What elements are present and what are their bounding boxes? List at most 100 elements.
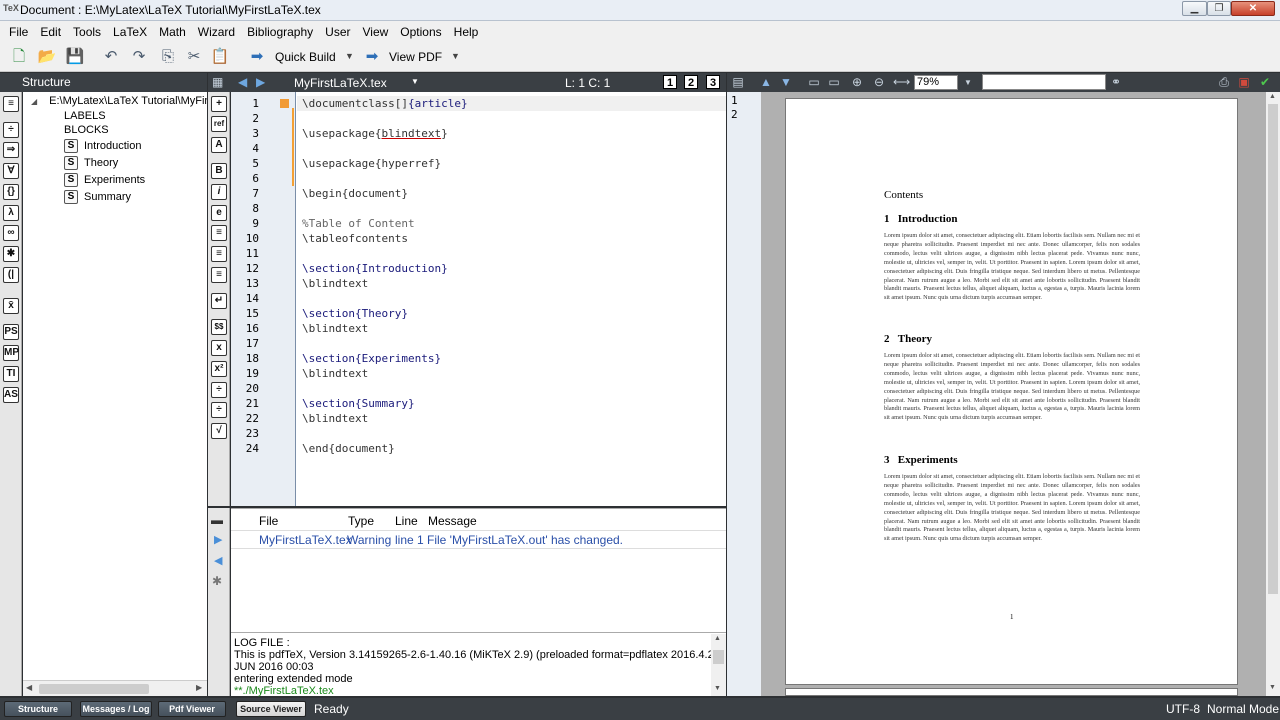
- scroll-right-icon[interactable]: ▶: [196, 683, 202, 692]
- infinity-symbols-icon[interactable]: ∞: [3, 225, 19, 241]
- status-mode[interactable]: Normal Mode: [1207, 702, 1279, 716]
- view-pdf-icon[interactable]: ➡: [362, 47, 382, 67]
- print-icon[interactable]: ⎙: [1216, 75, 1232, 90]
- stop-process-icon[interactable]: ✱: [212, 574, 222, 588]
- brackets-icon[interactable]: (|: [3, 267, 19, 283]
- column-header-message[interactable]: Message: [428, 514, 477, 528]
- continuous-pages-icon[interactable]: ▭: [826, 75, 842, 90]
- scroll-down-icon[interactable]: ▼: [714, 685, 721, 692]
- find-icon[interactable]: ⚭: [1108, 75, 1124, 90]
- asterisk-symbols-icon[interactable]: ✱: [3, 246, 19, 262]
- menu-file[interactable]: File: [3, 25, 34, 39]
- font-size-icon[interactable]: A: [211, 137, 227, 153]
- scroll-left-icon[interactable]: ◀: [26, 683, 32, 692]
- pdf-page[interactable]: Contents 1 Introduction Lorem ipsum dolo…: [785, 98, 1238, 685]
- document-list-dropdown-icon[interactable]: ▼: [411, 77, 419, 86]
- view-pdf-button[interactable]: View PDF: [389, 50, 442, 64]
- scrollbar-thumb[interactable]: [39, 684, 149, 694]
- insert-section-icon[interactable]: +: [211, 96, 227, 112]
- superscript-icon[interactable]: x²: [211, 361, 227, 377]
- tab-pdf-viewer[interactable]: Pdf Viewer: [158, 701, 226, 717]
- structure-toggle-icon[interactable]: ▤: [730, 75, 746, 90]
- previous-error-icon[interactable]: ◀: [214, 554, 222, 567]
- tab-source-viewer[interactable]: Source Viewer: [236, 701, 306, 717]
- minimize-button[interactable]: ▁: [1182, 1, 1207, 16]
- asymptote-icon[interactable]: AS: [3, 387, 19, 403]
- message-text[interactable]: File 'MyFirstLaTeX.out' has changed.: [427, 533, 623, 547]
- misc-symbols-icon[interactable]: ∀: [3, 163, 19, 179]
- tikz-icon[interactable]: TI: [3, 366, 19, 382]
- view-2-button[interactable]: 2: [684, 75, 698, 89]
- fraction-icon[interactable]: ÷: [211, 382, 227, 398]
- menu-view[interactable]: View: [357, 25, 395, 39]
- delimiters-icon[interactable]: {}: [3, 184, 19, 200]
- maximize-button[interactable]: ❐: [1207, 1, 1231, 16]
- undo-icon[interactable]: ↶: [101, 47, 121, 67]
- single-page-icon[interactable]: ▭: [806, 75, 822, 90]
- emphasis-icon[interactable]: e: [211, 205, 227, 221]
- viewer-vertical-scrollbar[interactable]: ▲ ▼: [1266, 92, 1280, 696]
- save-icon[interactable]: 💾: [65, 47, 85, 67]
- message-file[interactable]: MyFirstLaTeX.tex: [259, 533, 352, 547]
- editor-options-icon[interactable]: ▦: [212, 75, 223, 89]
- align-left-icon[interactable]: ≡: [211, 225, 227, 241]
- redo-icon[interactable]: ↷: [129, 47, 149, 67]
- tree-section-theory[interactable]: S Theory: [64, 156, 118, 170]
- subscript-icon[interactable]: x: [211, 340, 227, 356]
- menu-tools[interactable]: Tools: [67, 25, 107, 39]
- column-header-file[interactable]: File: [259, 514, 278, 528]
- previous-document-icon[interactable]: ◀: [238, 75, 247, 89]
- new-line-icon[interactable]: ↵: [211, 293, 227, 309]
- view-pdf-dropdown-icon[interactable]: ▼: [451, 51, 460, 61]
- previous-page-icon[interactable]: ▲: [758, 75, 774, 90]
- scrollbar-thumb[interactable]: [713, 650, 724, 664]
- close-button[interactable]: ✕: [1231, 1, 1275, 16]
- fold-marker-icon[interactable]: [280, 99, 289, 108]
- relation-symbols-icon[interactable]: ÷: [3, 122, 19, 138]
- column-header-type[interactable]: Type: [348, 514, 374, 528]
- ref-icon[interactable]: ref: [211, 116, 227, 132]
- align-right-icon[interactable]: ≡: [211, 267, 227, 283]
- menu-math[interactable]: Math: [153, 25, 192, 39]
- tree-section-introduction[interactable]: S Introduction: [64, 139, 141, 153]
- fit-width-icon[interactable]: ⟷: [893, 75, 910, 90]
- menu-bibliography[interactable]: Bibliography: [241, 25, 319, 39]
- log-output[interactable]: LOG FILE : This is pdfTeX, Version 3.141…: [231, 632, 739, 697]
- next-document-icon[interactable]: ▶: [256, 75, 265, 89]
- paste-icon[interactable]: 📋: [210, 47, 230, 67]
- tree-section-summary[interactable]: S Summary: [64, 190, 131, 204]
- column-header-line[interactable]: Line: [395, 514, 418, 528]
- message-type[interactable]: Warning: [347, 533, 391, 547]
- tab-messages-log[interactable]: Messages / Log: [80, 701, 152, 717]
- math-mode-icon[interactable]: $$: [211, 319, 227, 335]
- menu-options[interactable]: Options: [394, 25, 447, 39]
- scroll-down-icon[interactable]: ▼: [1269, 684, 1276, 691]
- dfrac-icon[interactable]: ÷: [211, 402, 227, 418]
- collapse-arrow-icon[interactable]: ◢: [31, 97, 37, 106]
- scroll-up-icon[interactable]: ▲: [1269, 93, 1276, 100]
- align-center-icon[interactable]: ≡: [211, 246, 227, 262]
- pstricks-icon[interactable]: PS: [3, 324, 19, 340]
- italic-icon[interactable]: i: [211, 184, 227, 200]
- copy-icon[interactable]: ⎘: [158, 47, 178, 67]
- structure-horizontal-scrollbar[interactable]: ◀ ▶: [23, 680, 207, 696]
- sync-check-icon[interactable]: ✔: [1257, 75, 1273, 90]
- arrow-symbols-icon[interactable]: ⇒: [3, 142, 19, 158]
- greek-letters-icon[interactable]: λ: [3, 205, 19, 221]
- cut-icon[interactable]: ✂: [184, 47, 204, 67]
- tree-labels[interactable]: LABELS: [64, 110, 106, 122]
- new-file-icon[interactable]: 🗋: [9, 47, 29, 67]
- operators-icon[interactable]: x̄: [3, 298, 19, 314]
- bold-icon[interactable]: B: [211, 163, 227, 179]
- tab-structure[interactable]: Structure: [4, 701, 72, 717]
- tree-blocks[interactable]: BLOCKS: [64, 124, 109, 136]
- zoom-out-icon[interactable]: ⊖: [871, 75, 887, 90]
- pdf-search-input[interactable]: [982, 74, 1106, 90]
- view-3-button[interactable]: 3: [706, 75, 720, 89]
- scroll-up-icon[interactable]: ▲: [714, 635, 721, 642]
- quick-build-button[interactable]: Quick Build: [275, 50, 336, 64]
- menu-help[interactable]: Help: [448, 25, 485, 39]
- menu-wizard[interactable]: Wizard: [192, 25, 241, 39]
- scrollbar-thumb[interactable]: [1268, 104, 1278, 594]
- open-file-icon[interactable]: 📂: [37, 47, 57, 67]
